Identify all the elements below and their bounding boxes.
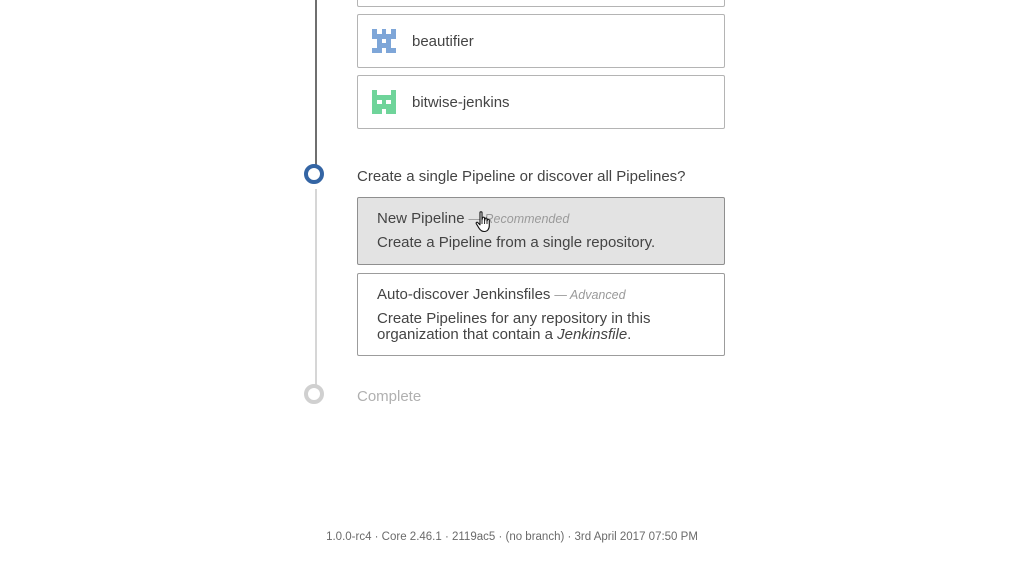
repository-item[interactable]: [357, 0, 725, 7]
step-indicator-inactive: [304, 384, 324, 404]
step-title: Create a single Pipeline or discover all…: [357, 168, 686, 185]
step-indicator-active: [304, 164, 324, 184]
repo-name: beautifier: [412, 32, 474, 50]
repository-item-bitwise-jenkins[interactable]: bitwise-jenkins: [357, 75, 725, 129]
version-footer: 1.0.0-rc4 · Core 2.46.1 · 2119ac5 · (no …: [326, 531, 698, 543]
repo-avatar-icon: [372, 90, 396, 114]
timeline-line-completed: [315, 0, 317, 166]
repo-avatar-icon: [372, 29, 396, 53]
step-title-complete: Complete: [357, 388, 422, 405]
pipeline-creation-page: beautifier bitwise-jenkins Create a sing…: [0, 0, 1024, 565]
option-label: Auto-discover Jenkinsfiles: [377, 286, 551, 303]
repository-item-beautifier[interactable]: beautifier: [357, 14, 725, 68]
option-description: Create Pipelines for any repository in t…: [377, 310, 651, 343]
option-tag: — Advanced: [554, 288, 626, 302]
repo-name: bitwise-jenkins: [412, 93, 510, 111]
new-pipeline-option[interactable]: New Pipeline — Recommended Create a Pipel…: [357, 197, 725, 265]
hand-pointer-icon: [475, 211, 490, 233]
jenkinsfile-emphasis: Jenkinsfile: [557, 326, 628, 343]
auto-discover-option[interactable]: Auto-discover Jenkinsfiles — Advanced Cre…: [357, 273, 725, 356]
option-label: New Pipeline: [377, 210, 465, 227]
option-description: Create a Pipeline from a single reposito…: [377, 234, 656, 251]
timeline-line-pending: [315, 189, 317, 385]
